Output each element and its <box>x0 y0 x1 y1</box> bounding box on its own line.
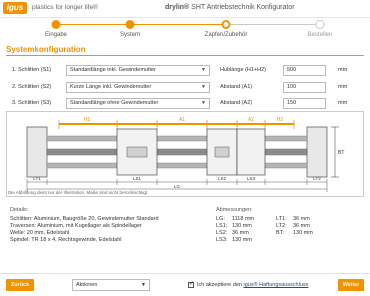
dim-lg-name: LG: <box>216 216 225 222</box>
step-dot-eingabe[interactable] <box>51 20 61 29</box>
step-label-zapfen[interactable]: Zapfen/Zubehör <box>205 32 248 38</box>
end-block-right <box>306 126 328 178</box>
accept-checkbox[interactable]: ✓ <box>188 281 195 288</box>
dim-lt2-name: LT2: <box>276 223 287 229</box>
stroke-length-unit: mm <box>338 67 348 73</box>
stroke-length-input[interactable]: 500 <box>283 65 326 76</box>
end-block-left <box>26 126 48 178</box>
dim-ls1-value: 130 mm <box>232 223 252 229</box>
app-title-rest: SHT Antriebstechnik Konfigurator <box>191 4 295 11</box>
dim-ls2-value: 36 mm <box>232 230 249 236</box>
step-connector <box>56 24 130 25</box>
dim-ls2-name: LS2: <box>216 230 228 236</box>
stroke-length-label: Hublänge (H1+H2) <box>220 67 267 73</box>
igus-logo[interactable]: igus <box>3 2 27 14</box>
label-ls3: LS3 <box>247 176 256 181</box>
label-lt1: LT1 <box>33 176 41 181</box>
label-lg: LG <box>174 184 181 189</box>
section-divider <box>6 55 364 56</box>
nut-2 <box>214 146 230 158</box>
footer-divider <box>0 273 370 274</box>
details-line: Traversen: Aluminium, mit Kugellager als… <box>10 223 142 229</box>
chevron-down-icon: ▼ <box>141 282 146 288</box>
dim-lt1-name: LT1: <box>276 216 287 222</box>
carriage-2-select[interactable]: Kurze Länge inkl. Gewindemutter ▼ <box>66 82 210 93</box>
step-label-system[interactable]: System <box>120 32 140 38</box>
dim-lt1-value: 36 mm <box>293 216 310 222</box>
details-line: Spindel: TR 18 x 4, Rechtsgewinde, Edels… <box>10 237 122 243</box>
dim-lg-value: 1118 mm <box>232 216 255 222</box>
label-ls2: LS2 <box>218 176 227 181</box>
label-a2: A2 <box>248 117 254 123</box>
dim-ls3-value: 130 mm <box>232 237 252 243</box>
linear-axis-diagram: H1 A1 A2 H2 BT LT1 LS1 LS2 LS3 LT2 LG <box>26 117 344 192</box>
label-a1: A1 <box>179 117 185 123</box>
label-h1: H1 <box>84 117 91 123</box>
chevron-down-icon: ▼ <box>201 84 206 90</box>
step-dot-system[interactable] <box>125 20 135 29</box>
step-label-bestellen: Bestellen <box>307 32 333 38</box>
label-lt2: LT2 <box>313 176 321 181</box>
carriage-1-label: 1. Schlitten (S1) <box>12 67 52 73</box>
label-ls1: LS1 <box>133 176 142 181</box>
actions-select[interactable]: Aktionen ▼ <box>72 279 150 291</box>
carriage-3-select[interactable]: Standardlänge ohne Gewindemutter ▼ <box>66 98 210 109</box>
shaft-upper <box>46 135 308 142</box>
step-connector <box>130 24 226 25</box>
dim-ls1-name: LS1: <box>216 223 228 229</box>
dim-ls3-name: LS3: <box>216 237 228 243</box>
carriage-3-label: 3. Schlitten (S3) <box>12 100 52 106</box>
carriage-3 <box>236 128 266 176</box>
shaft-lower <box>46 162 308 169</box>
dimensions-title: Abmessungen: <box>216 207 253 213</box>
stroke-dimension-band <box>58 120 295 129</box>
progress-stepper: Eingabe System Zapfen/Zubehör Bestellen <box>0 19 370 41</box>
dim-bt-value: 130 mm <box>293 230 313 236</box>
back-button[interactable]: Zurück <box>6 279 34 291</box>
dim-bt-name: BT: <box>276 230 284 236</box>
next-button[interactable]: Weiter <box>338 279 364 291</box>
distance-a1-unit: mm <box>338 84 348 90</box>
drawing-caption: Die Abbildung dient nur der Illustration… <box>8 190 148 195</box>
section-title: Systemkonfiguration <box>6 45 86 54</box>
dim-lt2-value: 36 mm <box>293 223 310 229</box>
app-title: drylin® SHT Antriebstechnik Konfigurator <box>165 4 295 11</box>
app-title-brand: drylin® <box>165 4 190 11</box>
carriage-2-label: 2. Schlitten (S2) <box>12 84 52 90</box>
details-line: Schlitten: Aluminium, Baugröße 20, Gewin… <box>10 216 159 222</box>
distance-a1-input[interactable]: 100 <box>283 82 326 93</box>
accept-label: Ich akzeptiere den igus® Haftungsausschl… <box>197 282 309 288</box>
disclaimer-link[interactable]: igus® Haftungsausschluss <box>243 282 308 288</box>
chevron-down-icon: ▼ <box>201 67 206 73</box>
details-line: Welle: 20 mm, Edelstahl <box>10 230 70 236</box>
chevron-down-icon: ▼ <box>201 100 206 106</box>
label-bt: BT <box>338 150 344 156</box>
distance-a2-label: Abstand (A2) <box>220 100 253 106</box>
tagline: plastics for longer life® <box>32 4 98 11</box>
nut-1 <box>126 146 148 158</box>
check-icon: ✓ <box>189 281 195 287</box>
distance-a2-unit: mm <box>338 100 348 106</box>
step-connector <box>226 24 320 25</box>
details-title: Details: <box>10 207 29 213</box>
header-bar: igus plastics for longer life® drylin® S… <box>0 0 370 18</box>
distance-a2-input[interactable]: 150 <box>283 98 326 109</box>
label-h2: H2 <box>277 117 284 123</box>
technical-drawing: H1 A1 A2 H2 BT LT1 LS1 LS2 LS3 LT2 LG <box>6 111 364 197</box>
distance-a1-label: Abstand (A1) <box>220 84 253 90</box>
step-dot-zapfen[interactable] <box>221 20 231 29</box>
step-label-eingabe[interactable]: Eingabe <box>45 32 67 38</box>
step-dot-bestellen <box>315 20 325 29</box>
carriage-1-select[interactable]: Standardlänge inkl. Gewindemutter ▼ <box>66 65 210 76</box>
